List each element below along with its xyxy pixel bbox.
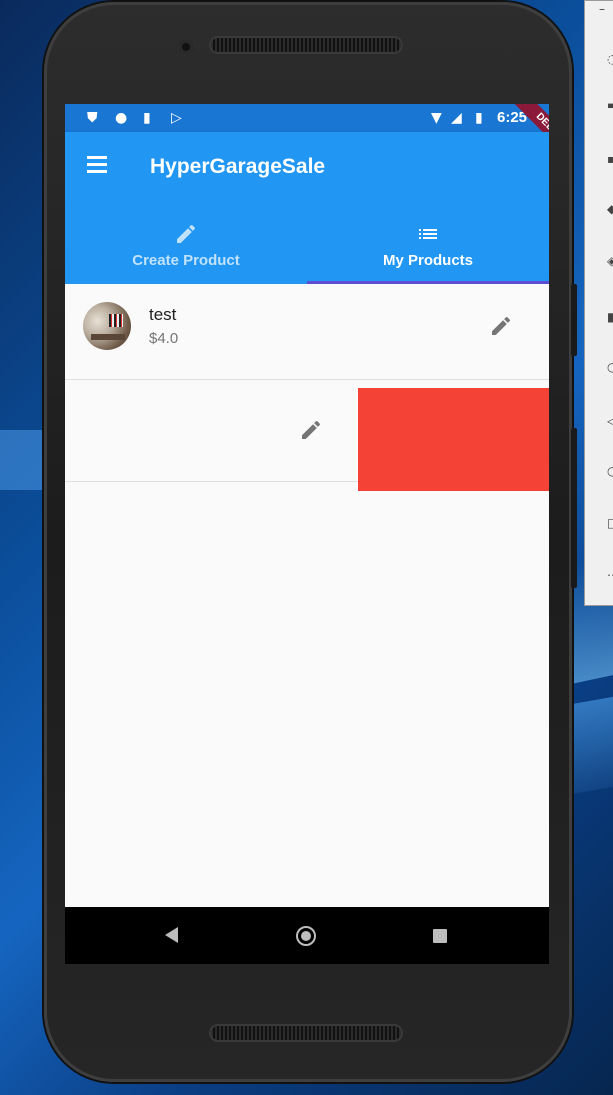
signal-icon: ◢ <box>451 110 462 126</box>
overview-icon[interactable]: □ <box>607 517 613 529</box>
rotate-left-icon[interactable]: ◆ <box>607 203 613 215</box>
wifi-icon: ▼ <box>431 110 442 126</box>
back-icon[interactable]: ◁ <box>607 415 613 427</box>
volume-up-icon[interactable]: ▬ <box>607 99 613 111</box>
shield-icon: ⛊ <box>87 110 98 126</box>
circle-icon: ● <box>115 110 128 126</box>
menu-button[interactable] <box>85 154 109 174</box>
swipe-delete-background[interactable] <box>358 388 549 491</box>
app-title: HyperGarageSale <box>150 155 326 178</box>
volume-down-icon[interactable]: ▪ <box>607 153 613 165</box>
phone-screen: ⛊ ● ▮ ▷ ▼ ◢ ▮ 6:25 DEBUG HyperGarageSale… <box>65 104 549 964</box>
menu-icon <box>87 156 107 159</box>
more-icon[interactable]: ⋯ <box>607 569 613 581</box>
screenshot-icon[interactable]: ■ <box>607 311 613 323</box>
bottom-speaker <box>209 1024 403 1042</box>
edit-icon[interactable] <box>489 314 513 338</box>
zoom-icon[interactable]: ○ <box>607 361 613 373</box>
pencil-icon <box>177 224 196 243</box>
front-camera <box>179 40 193 54</box>
status-bar: ⛊ ● ▮ ▷ ▼ ◢ ▮ 6:25 <box>65 104 549 132</box>
tab-my-products[interactable]: My Products <box>307 212 549 284</box>
tab-label: My Products <box>382 252 473 269</box>
product-title: test <box>149 305 177 324</box>
edit-icon[interactable] <box>299 418 323 442</box>
home-icon[interactable] <box>296 926 316 946</box>
list-item[interactable]: test $4.0 <box>65 284 549 380</box>
menu-icon <box>87 163 107 166</box>
battery-icon: ▮ <box>475 110 483 126</box>
list-icon <box>419 229 437 239</box>
thumbnail-detail <box>109 314 123 327</box>
product-thumbnail <box>83 302 131 350</box>
back-icon[interactable] <box>165 927 178 943</box>
tab-label: Create Product <box>132 252 240 269</box>
menu-icon <box>87 170 107 173</box>
volume-button[interactable] <box>571 284 577 356</box>
play-store-icon: ▷ <box>171 110 182 126</box>
sd-card-icon: ▮ <box>143 110 151 126</box>
home-icon[interactable]: ○ <box>607 465 613 477</box>
minimize-icon[interactable]: – <box>599 3 611 15</box>
tab-create-product[interactable]: Create Product <box>65 212 307 284</box>
thumbnail-detail <box>91 334 125 340</box>
recents-icon[interactable] <box>433 929 447 943</box>
top-speaker <box>209 36 403 54</box>
power-icon[interactable]: ◌ <box>607 53 613 65</box>
emulator-toolbar: – ◌ ▬ ▪ ◆ ◈ ■ ○ ◁ ○ □ ⋯ <box>584 0 613 606</box>
power-button[interactable] <box>571 428 577 588</box>
app-bar: HyperGarageSale Create Product My Produc… <box>65 132 549 284</box>
product-price: $4.0 <box>149 330 179 347</box>
desktop-light-ray <box>570 695 613 795</box>
navigation-bar <box>65 907 549 964</box>
rotate-right-icon[interactable]: ◈ <box>607 255 613 267</box>
